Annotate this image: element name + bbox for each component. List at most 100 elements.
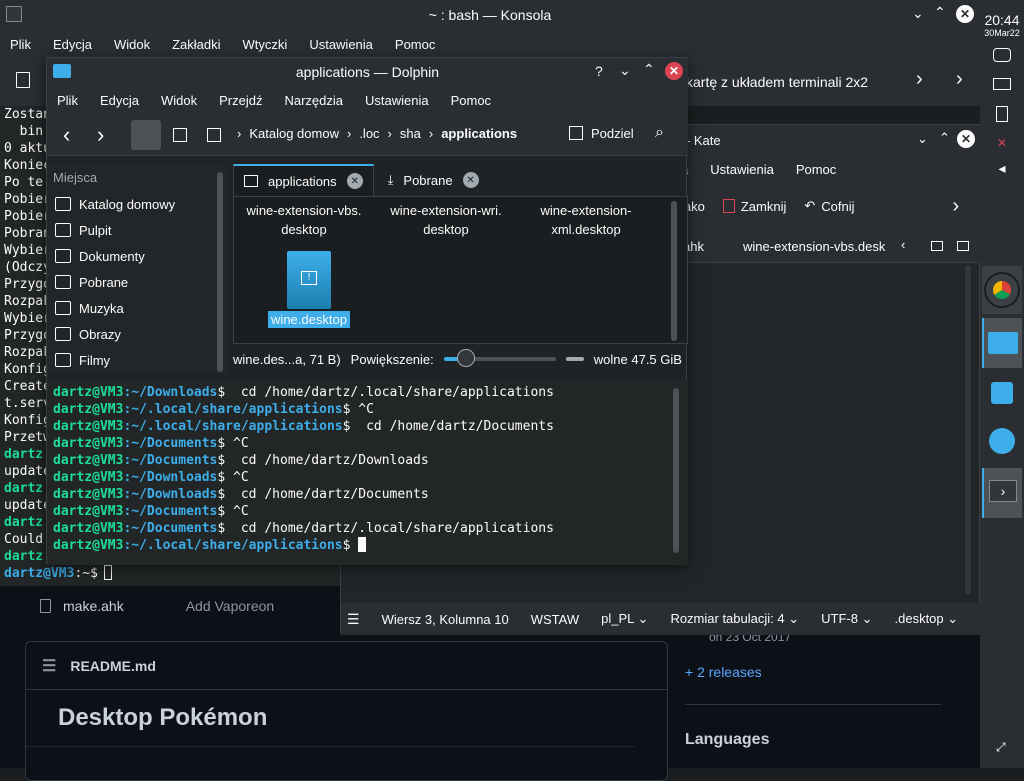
- help-icon[interactable]: ?: [595, 63, 603, 79]
- breadcrumb-item[interactable]: sha: [400, 126, 421, 141]
- forward-icon[interactable]: ›: [97, 122, 104, 148]
- menu-item[interactable]: Widok: [114, 37, 150, 52]
- clipboard-icon[interactable]: [996, 106, 1008, 122]
- close-icon[interactable]: ✕: [957, 130, 975, 148]
- keyboard-icon[interactable]: [993, 78, 1011, 90]
- menu-item[interactable]: Pomoc: [796, 162, 836, 177]
- breadcrumb-item[interactable]: Katalog domow: [249, 126, 339, 141]
- compact-view-icon[interactable]: [173, 128, 187, 142]
- breadcrumb-item[interactable]: .loc: [359, 126, 379, 141]
- menu-item[interactable]: Edycja: [100, 93, 139, 108]
- chevron-right-icon[interactable]: ›: [953, 195, 960, 218]
- menu-item[interactable]: Przejdź: [219, 93, 262, 108]
- maximize-icon[interactable]: ⌃: [643, 61, 655, 78]
- menu-item[interactable]: Ustawienia: [365, 93, 429, 108]
- kate-tab-active[interactable]: wine-extension-vbs.desk: [743, 239, 885, 254]
- clock[interactable]: 20:44 30Mar22: [980, 0, 1024, 38]
- menu-item[interactable]: Zakładki: [172, 37, 220, 52]
- selected-file[interactable]: ! wine.desktop: [264, 251, 354, 328]
- place-item[interactable]: Obrazy: [47, 321, 227, 347]
- split-view-icon[interactable]: [957, 241, 969, 251]
- more-chevron-icon[interactable]: ›: [956, 68, 963, 91]
- details-view-icon[interactable]: [207, 128, 221, 142]
- file-row[interactable]: make.ahk Add Vaporeon: [24, 590, 324, 622]
- folder-icon[interactable]: [931, 241, 943, 251]
- tab-scroll-icon[interactable]: ‹: [901, 237, 905, 252]
- tab-downloads[interactable]: ⤓ Pobrane ✕: [378, 164, 489, 196]
- place-item[interactable]: Pobrane: [47, 269, 227, 295]
- menu-item[interactable]: Pomoc: [451, 93, 491, 108]
- menu-item[interactable]: Ustawienia: [710, 162, 774, 177]
- tab-applications[interactable]: applications ✕: [233, 164, 374, 196]
- file-type[interactable]: .desktop ⌄: [895, 611, 959, 627]
- terminal-scrollbar[interactable]: [673, 388, 679, 553]
- file-item[interactable]: wine-extension-vbs. desktop: [244, 201, 364, 239]
- menu-item[interactable]: Pomoc: [395, 37, 435, 52]
- close-tab-icon[interactable]: ✕: [462, 172, 479, 188]
- file-name[interactable]: make.ahk: [63, 598, 124, 614]
- back-icon[interactable]: ‹: [63, 122, 70, 148]
- dictionary[interactable]: pl_PL ⌄: [601, 611, 648, 627]
- menu-item[interactable]: Ustawienia: [309, 37, 373, 52]
- cursor-position[interactable]: Wiersz 3, Kolumna 10: [382, 612, 509, 627]
- place-item[interactable]: Pulpit: [47, 217, 227, 243]
- store-icon[interactable]: [986, 374, 1018, 414]
- menu-item[interactable]: Narzędzia: [284, 93, 343, 108]
- zoom-slider[interactable]: [443, 349, 556, 367]
- undo-button[interactable]: ↶ Cofnij: [804, 198, 854, 214]
- place-item[interactable]: Muzyka: [47, 295, 227, 321]
- search-icon[interactable]: ⌕: [655, 124, 664, 142]
- place-item[interactable]: Katalog domowy: [47, 191, 227, 217]
- dolphin-taskbar-icon[interactable]: [982, 318, 1022, 368]
- icons-view-icon[interactable]: [131, 120, 161, 150]
- commit-message[interactable]: Add Vaporeon: [186, 598, 274, 614]
- panel-settings-icon[interactable]: ⤢: [996, 740, 1006, 755]
- releases-link[interactable]: + 2 releases: [685, 664, 945, 680]
- file-name-line: xml.desktop: [551, 222, 621, 237]
- menu-item[interactable]: Plik: [57, 93, 78, 108]
- github-sidebar: on 23 Oct 2017 + 2 releases Languages: [685, 630, 945, 770]
- chrome-icon[interactable]: [982, 266, 1022, 314]
- clock-date: 30Mar22: [984, 28, 1020, 38]
- tab-label: applications: [268, 173, 337, 189]
- file-grid[interactable]: wine-extension-vbs. desktop wine-extensio…: [233, 196, 688, 344]
- close-tab-icon[interactable]: ✕: [346, 173, 363, 189]
- menu-item[interactable]: Widok: [161, 93, 197, 108]
- network-icon[interactable]: [993, 48, 1011, 62]
- new-tab-icon[interactable]: [16, 72, 30, 88]
- encoding[interactable]: UTF-8 ⌄: [821, 611, 872, 627]
- close-icon[interactable]: ✕: [665, 62, 683, 80]
- menu-item[interactable]: Wtyczki: [243, 37, 288, 52]
- file-item[interactable]: wine-extension-xml.desktop: [526, 201, 646, 239]
- maximize-icon[interactable]: ⌃: [934, 4, 946, 21]
- place-item[interactable]: Filmy: [47, 347, 227, 373]
- list-icon[interactable]: ☰: [42, 656, 56, 676]
- dolphin-terminal[interactable]: dartz@VM3:~/Downloads$ cd /home/dartz/.l…: [47, 380, 688, 565]
- tab-size[interactable]: Rozmiar tabulacji: 4 ⌄: [670, 611, 799, 627]
- konsole-taskbar-icon[interactable]: ›: [982, 468, 1022, 518]
- split-layout-label[interactable]: kartę z układem terminali 2x2: [686, 74, 868, 90]
- file-scrollbar[interactable]: [671, 201, 677, 341]
- menu-item[interactable]: Plik: [10, 37, 31, 52]
- close-doc-icon: [722, 199, 735, 213]
- kde-connect-icon[interactable]: [986, 420, 1018, 460]
- breadcrumb-current[interactable]: applications: [441, 126, 517, 141]
- kate-scrollbar[interactable]: [965, 265, 971, 595]
- minimize-icon[interactable]: ⌄: [917, 131, 928, 147]
- minimize-icon[interactable]: ⌄: [619, 62, 631, 79]
- input-mode[interactable]: WSTAW: [531, 612, 579, 627]
- split-button[interactable]: Podziel: [569, 126, 634, 141]
- place-item[interactable]: Dokumenty: [47, 243, 227, 269]
- maximize-icon[interactable]: ⌃: [939, 130, 950, 146]
- minimize-icon[interactable]: ⌄: [912, 5, 924, 22]
- sidebar-toggle-icon[interactable]: ☰: [347, 611, 360, 628]
- expand-tray-icon[interactable]: ◂: [980, 160, 1024, 177]
- places-scrollbar[interactable]: [217, 172, 223, 372]
- chevron-right-icon[interactable]: ›: [916, 68, 923, 91]
- menu-item[interactable]: Edycja: [53, 37, 92, 52]
- close-icon[interactable]: ✕: [956, 5, 974, 23]
- file-item[interactable]: wine-extension-wri. desktop: [386, 201, 506, 239]
- close-doc-button[interactable]: Zamknij: [722, 199, 786, 214]
- audio-muted-icon[interactable]: ✕: [994, 136, 1010, 150]
- zoom-slider-handle[interactable]: [457, 349, 476, 367]
